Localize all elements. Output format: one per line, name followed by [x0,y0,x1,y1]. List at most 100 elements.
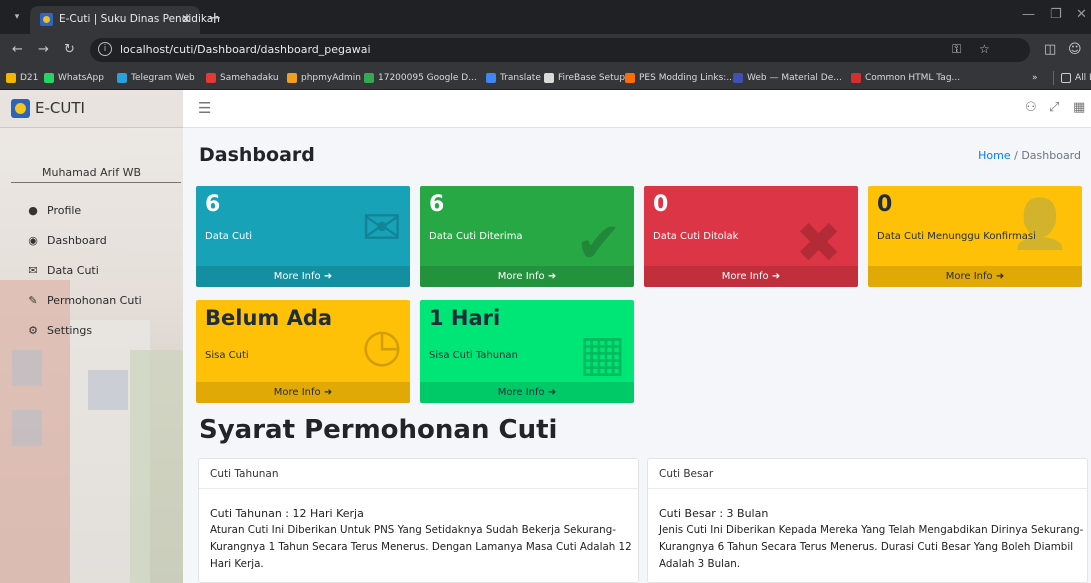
sidebar-item-permohonan-cuti[interactable]: ✎ Permohonan Cuti [0,290,183,310]
more-info-link[interactable]: More Info ➜ [196,266,410,287]
info-box-value: 1 Hari [429,306,501,330]
close-window-icon[interactable]: ✕ [1076,7,1087,22]
profile-icon[interactable]: ☺ [1068,42,1082,57]
sidebar-item-profile[interactable]: ● Profile [0,200,183,220]
bookmark-favicon-icon [6,73,16,83]
info-box-value: 0 [653,192,669,217]
user-divider [11,182,181,183]
breadcrumb-separator: / [1014,149,1018,162]
back-icon[interactable]: ← [12,42,23,57]
sidebar-item-dashboard[interactable]: ◉ Dashboard [0,230,183,250]
address-bar: ← → ↻ i localhost/cuti/Dashboard/dashboa… [0,34,1091,66]
user-account-icon[interactable]: ⚇ [1025,100,1037,115]
card-cuti-besar: Cuti Besar Cuti Besar : 3 Bulan Jenis Cu… [647,458,1088,583]
info-box-menunggu-konfirmasi: 0 Data Cuti Menunggu Konfirmasi 👤 More I… [868,186,1082,287]
bookmark-item[interactable]: Translate [486,71,541,85]
dashboard-icon: ◉ [28,233,38,247]
sidebar-item-settings[interactable]: ⚙ Settings [0,320,183,340]
info-box-label: Data Cuti [205,231,253,242]
close-tab-icon[interactable]: ✕ [181,12,191,26]
tab-title: E-Cuti | Suku Dinas Pendidikan [59,13,220,25]
bookmark-favicon-icon [544,73,554,83]
info-box-data-cuti-diterima: 6 Data Cuti Diterima ✔ More Info ➜ [420,186,634,287]
tab-search-icon[interactable]: ▾ [9,9,25,25]
gear-icon: ⚙ [28,323,38,337]
info-box-label: Data Cuti Ditolak [653,231,739,242]
bookmarks-bar: D21 WhatsApp Telegram Web Samehadaku php… [0,66,1091,90]
sidebar-item-label: Profile [47,203,82,217]
envelope-icon: ✉ [28,263,38,277]
info-box-value: 6 [205,192,221,217]
all-bookmarks[interactable]: All Bookmarks [1061,71,1091,85]
page-title: Dashboard [199,144,315,166]
card-subtitle: Cuti Besar : 3 Bulan [659,507,769,520]
sidebar-item-label: Settings [47,323,93,337]
url-text[interactable]: localhost/cuti/Dashboard/dashboard_pegaw… [120,43,371,56]
browser-tab-bar: ▾ E-Cuti | Suku Dinas Pendidikan ✕ + — ❐… [0,0,1091,34]
clock-icon: ◷ [361,318,402,372]
bookmark-favicon-icon [733,73,743,83]
bookmark-item[interactable]: Web — Material De... [733,71,842,85]
breadcrumb-current: Dashboard [1021,149,1081,162]
bookmark-favicon-icon [44,73,54,83]
calendar-icon: ▦ [578,324,626,382]
favicon-icon [40,13,53,26]
hamburger-menu-icon[interactable]: ☰ [198,99,211,117]
bookmark-item[interactable]: D21 [6,71,38,85]
card-body: Jenis Cuti Ini Diberikan Kepada Mereka Y… [659,524,1084,570]
minimize-icon[interactable]: — [1022,7,1035,22]
bookmark-item[interactable]: Samehadaku [206,71,279,85]
more-info-link[interactable]: More Info ➜ [420,266,634,287]
bookmark-item[interactable]: WhatsApp [44,71,104,85]
more-bookmarks-icon[interactable]: » [1032,71,1038,85]
bookmark-favicon-icon [851,73,861,83]
check-icon: ✔ [575,211,622,276]
card-subtitle: Cuti Tahunan : 12 Hari Kerja [210,507,364,520]
logo-icon [11,99,30,118]
folder-icon [1061,73,1071,83]
sidebar-item-data-cuti[interactable]: ✉ Data Cuti [0,260,183,280]
grid-icon[interactable]: ▦ [1073,100,1085,115]
bookmark-item[interactable]: phpmyAdmin [287,71,361,85]
section-title: Syarat Permohonan Cuti [199,415,558,445]
edit-icon: ✎ [28,293,38,307]
bookmark-item[interactable]: PES Modding Links:... [625,71,735,85]
bookmark-item[interactable]: Telegram Web [117,71,195,85]
bookmark-item[interactable]: Common HTML Tag... [851,71,960,85]
more-info-link[interactable]: More Info ➜ [420,382,634,403]
reload-icon[interactable]: ↻ [64,42,75,57]
fullscreen-icon[interactable]: ⤢ [1049,100,1059,115]
bookmark-favicon-icon [206,73,216,83]
info-box-sisa-cuti-tahunan: 1 Hari Sisa Cuti Tahunan ▦ More Info ➜ [420,300,634,403]
user-name[interactable]: Muhamad Arif WB [0,166,183,179]
restore-icon[interactable]: ❐ [1050,7,1062,22]
info-box-value: Belum Ada [205,306,333,330]
sidebar-item-label: Data Cuti [47,263,99,277]
card-body: Aturan Cuti Ini Diberikan Untuk PNS Yang… [210,524,632,570]
more-info-link[interactable]: More Info ➜ [644,266,858,287]
bookmark-item[interactable]: FireBase Setup [544,71,625,85]
more-info-link[interactable]: More Info ➜ [868,266,1082,287]
more-info-link[interactable]: More Info ➜ [196,382,410,403]
sidebar-item-label: Permohonan Cuti [47,293,142,307]
info-box-label: Sisa Cuti [205,350,249,361]
star-icon[interactable]: ☆ [979,42,990,56]
extensions-icon[interactable]: ◫ [1044,42,1056,57]
url-field[interactable]: i localhost/cuti/Dashboard/dashboard_peg… [90,38,1030,62]
password-key-icon[interactable]: ⚿ [952,42,961,57]
breadcrumb-home-link[interactable]: Home [978,149,1010,162]
info-box-label: Data Cuti Diterima [429,231,523,242]
info-box-data-cuti: 6 Data Cuti ✉ More Info ➜ [196,186,410,287]
bookmark-separator [1053,71,1054,85]
envelope-icon: ✉ [361,200,402,256]
times-icon: ✖ [795,211,842,276]
bookmark-item[interactable]: 17200095 Google D... [364,71,477,85]
brand-name: E-CUTI [35,99,85,117]
info-box-value: 0 [877,192,893,217]
site-info-icon[interactable]: i [98,42,112,56]
browser-tab[interactable]: E-Cuti | Suku Dinas Pendidikan ✕ [30,6,220,34]
brand[interactable]: E-CUTI [0,90,183,128]
bookmark-favicon-icon [287,73,297,83]
new-tab-icon[interactable]: + [208,8,221,27]
forward-icon[interactable]: → [38,42,49,57]
